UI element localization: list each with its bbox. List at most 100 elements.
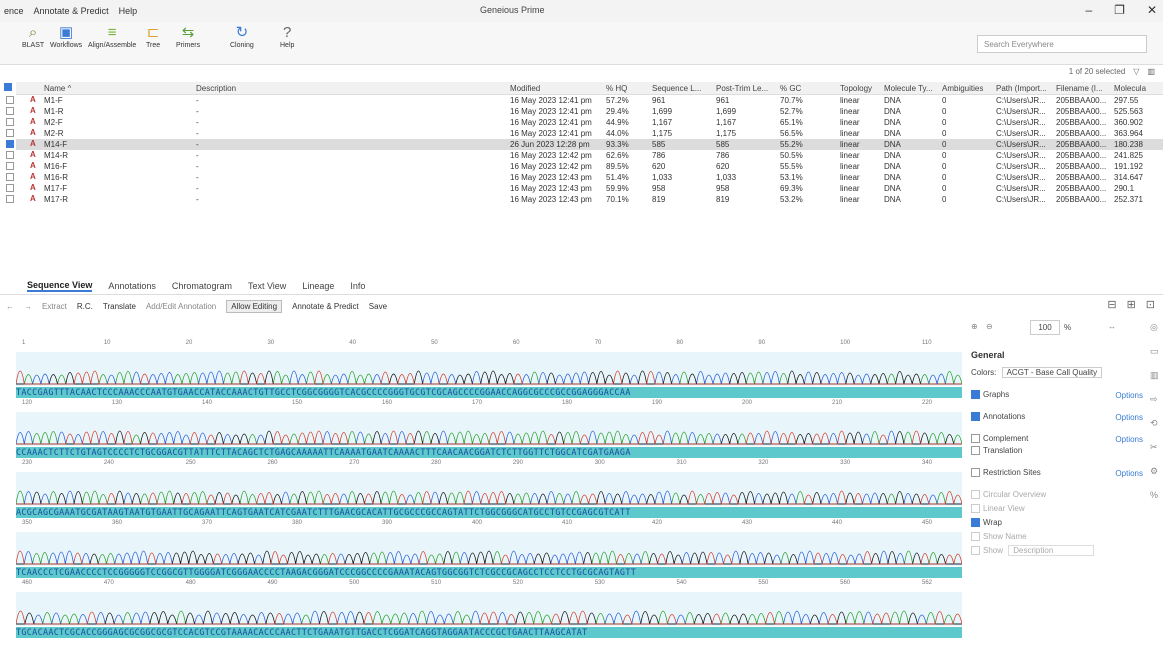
col-molecular-weight[interactable]: Molecula (1114, 84, 1163, 93)
row-checkbox[interactable] (6, 151, 14, 159)
translation-icon[interactable]: ⟲ (1150, 418, 1162, 429)
rc-button[interactable]: R.C. (77, 302, 93, 311)
table-row[interactable]: A M16-R - 16 May 2023 12:43 pm 51.4% 1,033 1,0… (6, 172, 1163, 183)
save-button[interactable]: Save (369, 302, 387, 311)
row-checkbox[interactable] (6, 162, 14, 170)
maximize-button[interactable]: ❐ (1114, 3, 1125, 17)
table-row[interactable]: A M1-R - 16 May 2023 12:41 pm 29.4% 1,699 1,69… (6, 106, 1163, 117)
tab-info[interactable]: Info (350, 281, 365, 291)
settings-icon[interactable]: ⚙ (1150, 466, 1162, 477)
menu-item-help[interactable]: Help (119, 6, 138, 16)
row-checkbox[interactable] (6, 107, 14, 115)
select-all-checkbox[interactable] (4, 83, 12, 91)
translation-checkbox[interactable] (971, 446, 980, 456)
row-checkbox[interactable] (6, 173, 14, 181)
menu-item-view[interactable]: ence (4, 6, 24, 16)
translate-button[interactable]: Translate (103, 302, 136, 311)
sequence-viewer[interactable]: 1 10 20 30 40 50 60 70 80 90 100 110 TACCGAGTTTACAAC… (15, 340, 963, 640)
complement-options-link[interactable]: Options (1115, 435, 1143, 444)
col-hq[interactable]: % HQ (606, 84, 627, 93)
annotations-options-link[interactable]: Options (1115, 413, 1143, 422)
help-button[interactable]: ? Help (280, 24, 294, 49)
expand-icon[interactable]: ⊡ (1146, 298, 1155, 311)
row-checkbox[interactable] (6, 118, 14, 126)
close-button[interactable]: ✕ (1147, 3, 1157, 17)
col-filename[interactable]: Filename (I... (1056, 84, 1110, 93)
sequence-bases[interactable]: TACCGAGTTTACAACTCCCAAACCCAATGTGAACCATACC… (16, 387, 962, 398)
row-checkbox[interactable] (6, 184, 14, 192)
col-ambiguities[interactable]: Ambiguities (942, 84, 983, 93)
complement-checkbox[interactable] (971, 434, 980, 444)
sequence-bases[interactable]: TCAACCCTCGAACCCCTCCGGGGGTCCGGCGTTGGGGATC… (16, 567, 962, 578)
tree-button[interactable]: ⊏ Tree (146, 24, 160, 49)
col-name[interactable]: Name ^ (44, 84, 71, 93)
graph-icon[interactable]: ▥ (1150, 370, 1162, 381)
col-gc[interactable]: % GC (780, 84, 801, 93)
col-path[interactable]: Path (Import... (996, 84, 1054, 93)
zoom-in-icon[interactable]: ⊕ (971, 322, 978, 331)
table-row[interactable]: A M17-R - 16 May 2023 12:43 pm 70.1% 819 819 53… (6, 194, 1163, 205)
col-seqlen[interactable]: Sequence L... (652, 84, 708, 93)
col-topology[interactable]: Topology (840, 84, 872, 93)
tab-chromatogram[interactable]: Chromatogram (172, 281, 232, 291)
forward-arrow-icon[interactable]: → (24, 302, 32, 311)
columns-icon[interactable]: ▥ (1147, 67, 1155, 76)
show-select[interactable]: Description (1008, 545, 1095, 556)
col-description[interactable]: Description (196, 84, 236, 93)
graphs-checkbox[interactable] (971, 390, 980, 400)
table-row[interactable]: A M1-F - 16 May 2023 12:41 pm 57.2% 961 961 70.… (6, 95, 1163, 106)
primers-button[interactable]: ⇆ Primers (176, 24, 200, 49)
table-row[interactable]: A M2-F - 16 May 2023 12:41 pm 44.9% 1,167 1,16… (6, 117, 1163, 128)
percent-icon[interactable]: % (1150, 490, 1162, 500)
show-name-checkbox[interactable] (971, 532, 980, 542)
circular-checkbox[interactable] (971, 490, 980, 500)
extract-button[interactable]: Extract (42, 302, 67, 311)
row-checkbox[interactable] (6, 140, 14, 148)
sequence-bases[interactable]: CCAAACTCTTCTGTAGTCCCCTCTGCGGACGTTATTTCTT… (16, 447, 962, 458)
table-row[interactable]: A M17-F - 16 May 2023 12:43 pm 59.9% 958 958 69… (6, 183, 1163, 194)
add-edit-annotation-button[interactable]: Add/Edit Annotation (146, 302, 216, 311)
restriction-checkbox[interactable] (971, 468, 980, 478)
linear-checkbox[interactable] (971, 504, 980, 514)
sequence-bases[interactable]: TGCACAACTCGCACCGGGAGCGCGGCGCGTCCACGTCCGT… (16, 627, 962, 638)
tab-annotations[interactable]: Annotations (108, 281, 156, 291)
blast-button[interactable]: ⌕ BLAST (22, 24, 44, 49)
filter-icon[interactable]: ▽ (1133, 67, 1139, 76)
tab-sequence-view[interactable]: Sequence View (27, 280, 93, 292)
col-posttrim[interactable]: Post-Trim Le... (716, 84, 776, 93)
fit-icon[interactable]: ↔ (1108, 322, 1116, 331)
menu-item-annotate-predict[interactable]: Annotate & Predict (34, 6, 109, 16)
table-row[interactable]: A M14-F - 26 Jun 2023 12:28 pm 93.3% 585 585 55… (6, 139, 1163, 150)
workflows-button[interactable]: ▣ Workflows (50, 24, 82, 49)
minimize-button[interactable]: – (1085, 3, 1092, 17)
row-checkbox[interactable] (6, 96, 14, 104)
graphs-options-link[interactable]: Options (1115, 391, 1143, 400)
search-input[interactable]: Search Everywhere (977, 35, 1147, 53)
wrap-checkbox[interactable] (971, 518, 980, 528)
allow-editing-button[interactable]: Allow Editing (226, 299, 283, 313)
cloning-button[interactable]: ↻ Cloning (230, 24, 254, 49)
row-checkbox[interactable] (6, 129, 14, 137)
zoom-out-icon[interactable]: ⊖ (986, 322, 993, 331)
annotation-icon[interactable]: ⇨ (1150, 394, 1162, 405)
restriction-options-link[interactable]: Options (1115, 469, 1143, 478)
row-checkbox[interactable] (6, 195, 14, 203)
align-assemble-button[interactable]: ≡ Align/Assemble (88, 24, 136, 49)
show-checkbox[interactable] (971, 546, 980, 556)
sequence-bases[interactable]: ACGCAGCGAAATGCGATAAGTAATGTGAATTGCAGAATTC… (16, 507, 962, 518)
back-arrow-icon[interactable]: ← (6, 302, 14, 311)
general-tab-icon[interactable]: ◎ (1150, 322, 1162, 333)
col-modified[interactable]: Modified (510, 84, 540, 93)
colors-select[interactable]: ACGT - Base Call Quality (1001, 367, 1103, 378)
table-row[interactable]: A M2-R - 16 May 2023 12:41 pm 44.0% 1,175 1,17… (6, 128, 1163, 139)
zoom-input[interactable]: 100 (1030, 320, 1060, 335)
annotations-checkbox[interactable] (971, 412, 980, 422)
annotate-predict-button[interactable]: Annotate & Predict (292, 302, 359, 311)
tab-text-view[interactable]: Text View (248, 281, 286, 291)
comment-icon[interactable]: ▭ (1150, 346, 1162, 357)
split-view-icon[interactable]: ⊞ (1127, 298, 1136, 311)
table-row[interactable]: A M14-R - 16 May 2023 12:42 pm 62.6% 786 786 50… (6, 150, 1163, 161)
tab-lineage[interactable]: Lineage (302, 281, 334, 291)
col-moltype[interactable]: Molecule Ty... (884, 84, 940, 93)
table-row[interactable]: A M16-F - 16 May 2023 12:42 pm 89.5% 620 620 55… (6, 161, 1163, 172)
